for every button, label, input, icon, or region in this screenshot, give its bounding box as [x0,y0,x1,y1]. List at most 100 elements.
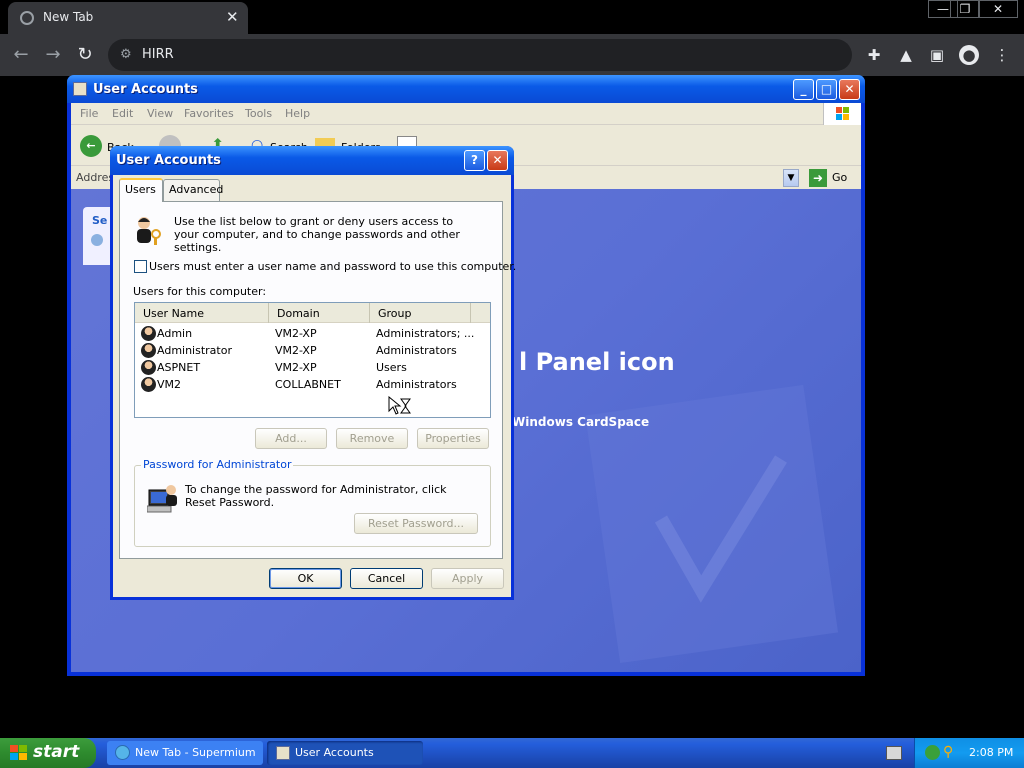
close-window-button[interactable]: ✕ [978,0,1018,18]
apply-button[interactable]: Apply [431,568,504,589]
taskbar: start New Tab - Supermium User Accounts … [0,738,1024,768]
row-group: Administrators; ... [376,327,475,340]
address-bar[interactable]: ⚙ HIRR [108,39,852,71]
windows-cardspace-link[interactable]: Windows CardSpace [512,415,649,429]
explorer-titlebar[interactable]: User Accounts _ □ ✕ [67,75,865,103]
intro-text: Use the list below to grant or deny user… [174,215,460,254]
back-icon[interactable]: ← [10,44,32,66]
cancel-button[interactable]: Cancel [350,568,423,589]
column-domain[interactable]: Domain [269,303,370,323]
tab-users-label: Users [125,183,156,196]
column-group[interactable]: Group [370,303,471,323]
users-list-label: Users for this computer: [133,285,267,298]
restore-window-button[interactable]: ❐ [950,0,980,18]
close-button[interactable]: ✕ [839,79,860,100]
require-password-checkbox[interactable] [134,260,147,273]
add-user-button[interactable]: Add... [255,428,327,449]
dialog-body: Users Advanced Use the list below to gra… [113,175,516,597]
network-icon[interactable] [925,745,940,760]
menu-view[interactable]: View [147,107,173,120]
sidebar-panel: Se [83,207,113,265]
windows-flag-icon [10,745,27,760]
busy-cursor-icon [388,395,412,416]
taskbar-item-new-tab[interactable]: New Tab - Supermium [107,741,263,765]
browser-toolbar: ← → ↻ ⚙ HIRR ✚ ▲ ▣ ● ⋮ [0,34,1024,76]
address-text: HIRR [142,47,174,62]
reload-icon[interactable]: ↻ [74,44,96,66]
user-icon [141,343,156,358]
browser-icon [115,745,130,760]
help-button[interactable]: ? [464,150,485,171]
ok-button[interactable]: OK [269,568,342,589]
sidebar-heading: Se [92,214,108,227]
menu-tools[interactable]: Tools [245,107,272,120]
start-label: start [33,742,80,762]
row-user-name: VM2 [157,378,182,391]
clock[interactable]: 2:08 PM [969,746,1013,759]
dialog-titlebar[interactable]: User Accounts ? ✕ [110,146,514,175]
menu-icon[interactable]: ⋮ [992,45,1012,65]
column-user-name[interactable]: User Name [135,303,269,323]
user-icon [141,360,156,375]
dialog-title: User Accounts [116,153,221,168]
users-key-icon [132,214,164,246]
close-icon[interactable]: ✕ [226,8,239,26]
tab-users[interactable]: Users [119,178,163,202]
row-domain: VM2-XP [275,344,317,357]
browser-tab[interactable]: New Tab ✕ [8,2,248,34]
table-row[interactable]: Administrator VM2-XP Administrators [141,342,486,359]
password-instructions: To change the password for Administrator… [185,483,447,509]
remove-user-button[interactable]: Remove [336,428,408,449]
row-domain: VM2-XP [275,327,317,340]
address-dropdown-icon[interactable]: ▼ [783,169,799,187]
start-button[interactable]: start [0,738,96,768]
info-icon[interactable]: ⚙ [120,47,132,62]
taskbar-item-user-accounts[interactable]: User Accounts [267,741,423,765]
minimize-button[interactable]: _ [793,79,814,100]
explorer-title: User Accounts [93,82,198,97]
user-icon [141,377,156,392]
sidebar-item-icon[interactable] [91,234,103,246]
row-user-name: Admin [157,327,193,340]
table-row[interactable]: VM2 COLLABNET Administrators [141,376,486,393]
back-arrow-icon[interactable]: ← [80,135,102,157]
keyboard-icon[interactable] [886,746,902,760]
password-groupbox: Password for Administrator To change the… [134,458,491,547]
windows-logo-icon [823,103,861,125]
lab-icon[interactable]: ▲ [896,45,916,65]
user-accounts-dialog: User Accounts ? ✕ Users Advanced Use the… [110,146,516,600]
table-row[interactable]: Admin VM2-XP Administrators; ... [141,325,486,342]
maximize-button[interactable]: □ [816,79,837,100]
taskbar-item-label: New Tab - Supermium [135,746,256,759]
row-domain: VM2-XP [275,361,317,374]
menu-favorites[interactable]: Favorites [184,107,234,120]
row-group: Administrators [376,344,457,357]
row-user-name: ASPNET [157,361,201,374]
tab-advanced[interactable]: Advanced [163,179,224,201]
listview-header: User Name Domain Group [135,303,490,323]
go-arrow-icon[interactable]: ➜ [809,169,827,187]
reset-password-button[interactable]: Reset Password... [354,513,478,534]
user-accounts-icon [276,746,290,760]
dialog-close-button[interactable]: ✕ [487,150,508,171]
profile-icon[interactable]: ● [959,45,979,65]
forward-icon[interactable]: → [42,44,64,66]
sidepanel-icon[interactable]: ▣ [927,45,947,65]
search-icon[interactable]: ⚲ [943,744,953,760]
user-accounts-icon [73,82,87,96]
table-row[interactable]: ASPNET VM2-XP Users [141,359,486,376]
users-listview[interactable]: User Name Domain Group Admin VM2-XP Admi… [134,302,491,418]
properties-button[interactable]: Properties [417,428,489,449]
users-tab-panel: Use the list below to grant or deny user… [119,201,516,559]
extensions-icon[interactable]: ✚ [864,45,884,65]
go-button-label[interactable]: Go [832,171,847,184]
menu-file[interactable]: File [80,107,98,120]
row-group: Users [376,361,407,374]
row-user-name: Administrator [157,344,232,357]
tab-advanced-label: Advanced [169,183,224,196]
menu-bar: File Edit View Favorites Tools Help [71,103,861,125]
require-password-label[interactable]: Users must enter a user name and passwor… [149,260,516,273]
menu-help[interactable]: Help [285,107,310,120]
menu-edit[interactable]: Edit [112,107,133,120]
tab-title: New Tab [43,10,94,24]
